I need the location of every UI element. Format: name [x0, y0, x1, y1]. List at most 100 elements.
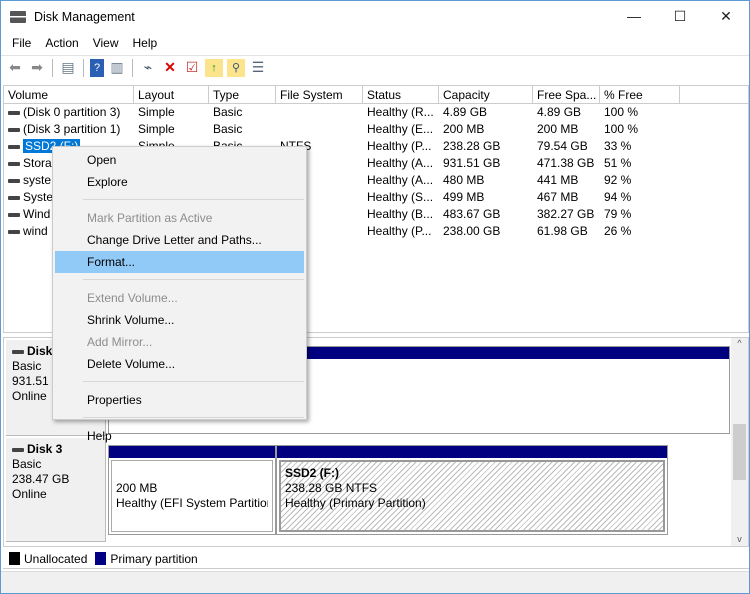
vertical-scrollbar[interactable]: ^ v	[731, 338, 748, 546]
table-cell: 499 MB	[443, 190, 485, 204]
status-bar	[1, 571, 749, 593]
table-cell: 480 MB	[443, 173, 485, 187]
column-percent-free[interactable]: % Free	[600, 86, 680, 103]
table-cell: Simple	[138, 105, 175, 119]
partition-status: Healthy (Primary Partition)	[285, 496, 426, 510]
volume-name: Wind	[23, 207, 51, 221]
scrollbar-thumb[interactable]	[733, 424, 746, 480]
table-cell: Basic	[213, 105, 243, 119]
menu-item-extend-volume: Extend Volume...	[87, 291, 178, 305]
console-tree-icon[interactable]: ▤	[59, 59, 77, 77]
context-menu: Open Explore Mark Partition as Active Chang…	[52, 146, 307, 443]
table-cell: 471.38 GB	[537, 156, 595, 170]
table-cell: 238.28 GB	[443, 139, 501, 153]
properties-list-icon[interactable]: ☰	[249, 59, 267, 77]
delete-icon[interactable]: ✕	[161, 59, 179, 77]
column-free-space[interactable]: Free Spa...	[533, 86, 600, 103]
menu-file[interactable]: File	[5, 36, 38, 50]
volume-name: (Disk 3 partition 1)	[23, 122, 121, 136]
table-cell: 61.98 GB	[537, 224, 588, 238]
table-cell: Healthy (P...	[367, 139, 432, 153]
menu-item-properties[interactable]: Properties	[55, 389, 304, 411]
divider	[132, 58, 133, 77]
table-cell: 200 MB	[537, 122, 579, 136]
column-layout[interactable]: Layout	[134, 86, 209, 103]
volume-name: Stora	[23, 156, 52, 170]
table-cell: 26 %	[604, 224, 632, 238]
table-cell: Basic	[213, 122, 243, 136]
maximize-button[interactable]: ☐	[657, 1, 703, 31]
menu-bar: File Action View Help	[1, 33, 164, 53]
volume-name: wind	[23, 224, 48, 238]
table-cell: (Disk 3 partition 1)	[4, 121, 134, 138]
close-button[interactable]: ✕	[703, 1, 749, 31]
divider	[52, 58, 53, 77]
menu-item-open[interactable]: Open	[55, 149, 304, 171]
table-cell: Healthy (A...	[367, 156, 434, 170]
partition-label: SSD2 (F:)	[285, 466, 339, 480]
column-status[interactable]: Status	[363, 86, 439, 103]
column-capacity[interactable]: Capacity	[439, 86, 533, 103]
partition-size: 200 MB	[116, 481, 158, 495]
back-icon[interactable]: ⬅	[6, 59, 24, 77]
menu-item-delete-volume[interactable]: Delete Volume...	[55, 353, 304, 375]
unallocated-swatch	[9, 552, 20, 565]
volume-list-header: Volume Layout Type File System Status Ca…	[4, 86, 748, 104]
menu-separator	[83, 417, 304, 418]
column-file-system[interactable]: File System	[276, 86, 363, 103]
table-row[interactable]: (Disk 3 partition 1) Simple Basic Healthy (…	[4, 121, 748, 138]
disk-icon	[12, 447, 24, 452]
table-cell: Healthy (E...	[367, 122, 434, 136]
volume-name: syste	[23, 173, 52, 187]
table-cell: 94 %	[604, 190, 632, 204]
primary-partition-bar	[109, 446, 275, 458]
volume-icon	[8, 110, 20, 115]
legend-unallocated: Unallocated	[24, 551, 88, 566]
folder-search-icon[interactable]: ⚲	[227, 58, 245, 77]
ssd2-partition[interactable]: SSD2 (F:) 238.28 GB NTFS Healthy (Primar…	[276, 445, 668, 535]
table-cell: 100 %	[604, 105, 639, 119]
toolbar: ⬅ ➡ ▤ ? ▥ ⌁ ✕ ☑ ↑ ⚲ ☰	[1, 55, 749, 79]
connect-disk-icon[interactable]: ⌁	[139, 59, 157, 77]
table-cell: 441 MB	[537, 173, 579, 187]
volume-icon	[8, 144, 20, 149]
volume-icon	[8, 178, 20, 183]
help-icon[interactable]: ?	[90, 58, 104, 77]
table-cell: (Disk 0 partition 3)	[4, 104, 134, 121]
table-cell: 467 MB	[537, 190, 579, 204]
menu-item-format[interactable]: Format...	[55, 251, 304, 273]
column-type[interactable]: Type	[209, 86, 276, 103]
menu-separator	[83, 279, 304, 280]
folder-up-icon[interactable]: ↑	[205, 58, 223, 77]
legend-primary-partition: Primary partition	[110, 551, 198, 566]
partition-size: 238.28 GB NTFS	[285, 481, 378, 495]
volume-name: (Disk 0 partition 3)	[23, 105, 121, 119]
forward-icon[interactable]: ➡	[28, 59, 46, 77]
partition-status: Healthy (EFI System Partition	[116, 496, 268, 510]
table-row[interactable]: (Disk 0 partition 3) Simple Basic Healthy (…	[4, 104, 748, 121]
menu-separator	[83, 199, 304, 200]
table-cell	[276, 104, 363, 121]
table-cell: 238.00 GB	[443, 224, 501, 238]
menu-view[interactable]: View	[86, 36, 126, 50]
menu-action[interactable]: Action	[38, 36, 85, 50]
volume-icon	[8, 229, 20, 234]
menu-item-help[interactable]: Help	[55, 425, 304, 447]
table-cell: 100 %	[604, 122, 639, 136]
minimize-button[interactable]: —	[611, 1, 657, 31]
primary-partition-bar	[277, 446, 667, 458]
table-cell: 382.27 GB	[537, 207, 595, 221]
table-cell: Healthy (R...	[367, 105, 434, 119]
menu-item-mark-partition-as-active: Mark Partition as Active	[87, 211, 213, 225]
show-pane-icon[interactable]: ▥	[108, 59, 126, 77]
menu-item-explore[interactable]: Explore	[55, 171, 304, 193]
check-icon[interactable]: ☑	[183, 59, 201, 77]
menu-help[interactable]: Help	[126, 36, 165, 50]
column-volume[interactable]: Volume	[4, 86, 134, 103]
menu-item-change-drive-letter-and-paths[interactable]: Change Drive Letter and Paths...	[55, 229, 304, 251]
table-cell: Healthy (P...	[367, 224, 432, 238]
menu-item-shrink-volume[interactable]: Shrink Volume...	[55, 309, 304, 331]
table-cell: 4.89 GB	[537, 105, 582, 119]
efi-partition[interactable]: 200 MB Healthy (EFI System Partition	[108, 445, 276, 535]
disk-3-info[interactable]: Disk 3 Basic 238.47 GB Online	[6, 438, 106, 542]
